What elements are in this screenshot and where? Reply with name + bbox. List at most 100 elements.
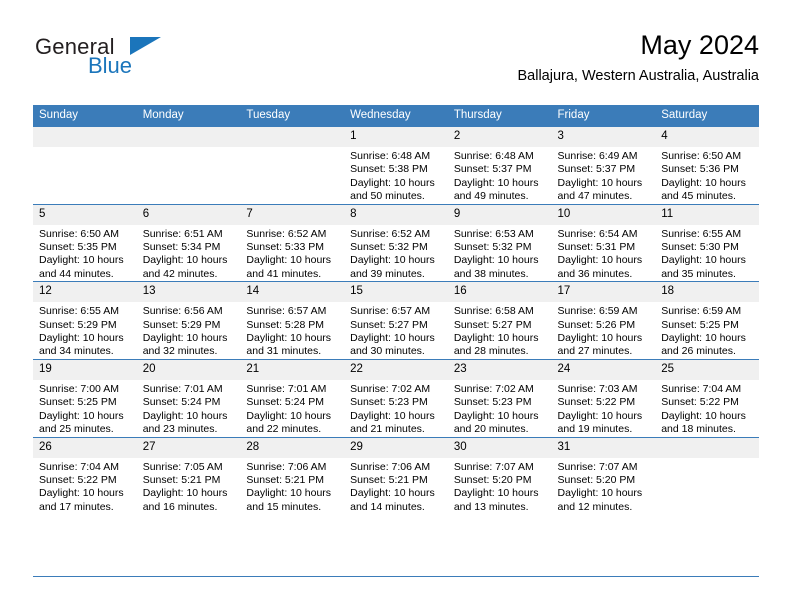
- day-info: Sunrise: 6:49 AM Sunset: 5:37 PM Daylight:…: [552, 147, 656, 204]
- calendar-day-cell[interactable]: 9 Sunrise: 6:53 AM Sunset: 5:32 PM Daylight…: [447, 203, 552, 282]
- day-info: Sunrise: 6:55 AM Sunset: 5:30 PM Daylight:…: [655, 225, 759, 282]
- sunset-text: Sunset: 5:33 PM: [246, 241, 325, 254]
- sunrise-text: Sunrise: 6:54 AM: [557, 227, 638, 240]
- day-info: Sunrise: 6:54 AM Sunset: 5:31 PM Daylight:…: [552, 225, 656, 282]
- day-info: Sunrise: 6:52 AM Sunset: 5:33 PM Daylight:…: [240, 225, 344, 282]
- day-info: Sunrise: 6:50 AM Sunset: 5:35 PM Daylight:…: [33, 225, 137, 282]
- daylight-text-line1: Daylight: 10 hours: [39, 487, 124, 500]
- day-number: 10: [551, 204, 656, 225]
- calendar-body: 1 Sunrise: 6:48 AM Sunset: 5:38 PM Daylight…: [33, 127, 759, 515]
- calendar-day-cell[interactable]: 26 Sunrise: 7:04 AM Sunset: 5:22 PM Dayligh…: [33, 436, 137, 515]
- calendar-day-cell[interactable]: 22 Sunrise: 7:02 AM Sunset: 5:23 PM Dayligh…: [344, 358, 448, 437]
- calendar-day-cell[interactable]: 1 Sunrise: 6:48 AM Sunset: 5:38 PM Daylight…: [344, 127, 448, 205]
- general-blue-logo[interactable]: General Blue: [33, 34, 263, 90]
- daylight-text-line1: Daylight: 10 hours: [350, 409, 435, 422]
- calendar-day-cell[interactable]: 2 Sunrise: 6:48 AM Sunset: 5:37 PM Daylight…: [447, 127, 552, 205]
- calendar-day-cell[interactable]: 31 Sunrise: 7:07 AM Sunset: 5:20 PM Dayligh…: [551, 436, 656, 515]
- day-info: Sunrise: 6:59 AM Sunset: 5:26 PM Daylight:…: [552, 302, 656, 359]
- calendar-day-cell[interactable]: 16 Sunrise: 6:58 AM Sunset: 5:27 PM Dayligh…: [447, 281, 552, 360]
- sunset-text: Sunset: 5:34 PM: [142, 241, 221, 254]
- calendar-day-cell[interactable]: 5 Sunrise: 6:50 AM Sunset: 5:35 PM Daylight…: [33, 203, 137, 282]
- daylight-text-line1: Daylight: 10 hours: [661, 254, 746, 267]
- day-info: Sunrise: 6:55 AM Sunset: 5:29 PM Daylight:…: [33, 302, 137, 359]
- daylight-text-line2: and 25 minutes.: [39, 423, 114, 436]
- sunset-text: Sunset: 5:37 PM: [453, 163, 532, 176]
- calendar-day-cell[interactable]: 17 Sunrise: 6:59 AM Sunset: 5:26 PM Dayligh…: [551, 281, 656, 360]
- day-number: 19: [33, 359, 137, 380]
- daylight-text-line1: Daylight: 10 hours: [661, 409, 746, 422]
- sunrise-text: Sunrise: 6:53 AM: [453, 227, 534, 240]
- day-number: 17: [551, 282, 656, 303]
- page-subtitle: Ballajura, Western Australia, Australia: [517, 68, 759, 84]
- day-info: Sunrise: 6:57 AM Sunset: 5:28 PM Daylight:…: [240, 302, 344, 359]
- sunset-text: Sunset: 5:25 PM: [661, 318, 739, 331]
- day-number: 18: [655, 282, 759, 303]
- day-number: 12: [33, 282, 137, 303]
- daylight-text-line1: Daylight: 10 hours: [142, 487, 228, 500]
- calendar-day-cell[interactable]: 28 Sunrise: 7:06 AM Sunset: 5:21 PM Dayligh…: [240, 436, 345, 515]
- calendar-day-cell[interactable]: 13 Sunrise: 6:56 AM Sunset: 5:29 PM Dayligh…: [136, 281, 241, 360]
- calendar-day-cell[interactable]: 10 Sunrise: 6:54 AM Sunset: 5:31 PM Dayligh…: [551, 203, 656, 282]
- calendar-day-cell[interactable]: 12 Sunrise: 6:55 AM Sunset: 5:29 PM Dayligh…: [33, 281, 137, 360]
- day-info: Sunrise: 6:50 AM Sunset: 5:36 PM Daylight:…: [655, 147, 759, 204]
- sunrise-text: Sunrise: 6:50 AM: [661, 150, 742, 162]
- calendar-day-cell[interactable]: 27 Sunrise: 7:05 AM Sunset: 5:21 PM Dayligh…: [136, 436, 241, 515]
- sunrise-text: Sunrise: 7:02 AM: [453, 382, 534, 395]
- sunrise-text: Sunrise: 6:56 AM: [142, 305, 223, 318]
- day-number: 2: [447, 127, 552, 147]
- calendar-day-cell[interactable]: 24 Sunrise: 7:03 AM Sunset: 5:22 PM Dayligh…: [551, 358, 656, 437]
- day-info: Sunrise: 6:51 AM Sunset: 5:34 PM Daylight:…: [137, 225, 241, 282]
- calendar-day-cell[interactable]: 23 Sunrise: 7:02 AM Sunset: 5:23 PM Dayligh…: [447, 358, 552, 437]
- daylight-text-line1: Daylight: 10 hours: [557, 176, 643, 189]
- daylight-text-line2: and 47 minutes.: [557, 190, 633, 203]
- daylight-text-line2: and 41 minutes.: [246, 267, 322, 280]
- sunrise-text: Sunrise: 7:04 AM: [661, 382, 742, 395]
- calendar-day-cell[interactable]: 20 Sunrise: 7:01 AM Sunset: 5:24 PM Dayligh…: [136, 358, 241, 437]
- calendar-day-cell[interactable]: 3 Sunrise: 6:49 AM Sunset: 5:37 PM Daylight…: [551, 127, 656, 205]
- calendar-day-cell[interactable]: 29 Sunrise: 7:06 AM Sunset: 5:21 PM Dayligh…: [344, 436, 448, 515]
- sunrise-text: Sunrise: 6:59 AM: [661, 305, 742, 318]
- daylight-text-line2: and 44 minutes.: [39, 267, 114, 280]
- day-info: Sunrise: 6:48 AM Sunset: 5:38 PM Daylight:…: [344, 147, 448, 204]
- calendar-day-cell[interactable]: 4 Sunrise: 6:50 AM Sunset: 5:36 PM Daylight…: [655, 127, 759, 205]
- weekday-header-sunday: Sunday: [33, 105, 137, 127]
- calendar-day-cell[interactable]: 7 Sunrise: 6:52 AM Sunset: 5:33 PM Daylight…: [240, 203, 345, 282]
- daylight-text-line2: and 14 minutes.: [350, 500, 425, 513]
- page-title: May 2024: [640, 30, 759, 60]
- calendar-day-cell[interactable]: 18 Sunrise: 6:59 AM Sunset: 5:25 PM Dayligh…: [655, 281, 759, 360]
- daylight-text-line2: and 35 minutes.: [661, 267, 736, 280]
- calendar-day-cell[interactable]: 14 Sunrise: 6:57 AM Sunset: 5:28 PM Dayligh…: [240, 281, 345, 360]
- day-number: 14: [240, 282, 345, 303]
- calendar-day-cell[interactable]: 11 Sunrise: 6:55 AM Sunset: 5:30 PM Dayligh…: [655, 203, 759, 282]
- calendar-day-cell[interactable]: 30 Sunrise: 7:07 AM Sunset: 5:20 PM Dayligh…: [447, 436, 552, 515]
- day-number: [240, 127, 345, 147]
- day-number: 15: [344, 282, 448, 303]
- calendar-week-row: 26 Sunrise: 7:04 AM Sunset: 5:22 PM Dayligh…: [33, 436, 759, 515]
- sunset-text: Sunset: 5:35 PM: [39, 241, 117, 254]
- calendar-day-cell[interactable]: 21 Sunrise: 7:01 AM Sunset: 5:24 PM Dayligh…: [240, 358, 345, 437]
- day-number: 8: [344, 204, 448, 225]
- calendar-day-cell-empty: [240, 127, 345, 205]
- sunset-text: Sunset: 5:23 PM: [350, 396, 428, 409]
- sunrise-text: Sunrise: 6:52 AM: [246, 227, 327, 240]
- day-info: Sunrise: 6:59 AM Sunset: 5:25 PM Daylight:…: [655, 302, 759, 359]
- calendar-day-cell[interactable]: 15 Sunrise: 6:57 AM Sunset: 5:27 PM Dayligh…: [344, 281, 448, 360]
- calendar-day-cell[interactable]: 25 Sunrise: 7:04 AM Sunset: 5:22 PM Dayligh…: [655, 358, 759, 437]
- weekday-header-row: Sunday Monday Tuesday Wednesday Thursday…: [33, 105, 759, 127]
- day-info: Sunrise: 7:00 AM Sunset: 5:25 PM Daylight:…: [33, 380, 137, 437]
- daylight-text-line1: Daylight: 10 hours: [350, 176, 435, 189]
- daylight-text-line2: and 23 minutes.: [142, 423, 218, 436]
- daylight-text-line1: Daylight: 10 hours: [350, 254, 435, 267]
- daylight-text-line1: Daylight: 10 hours: [142, 409, 228, 422]
- daylight-text-line2: and 45 minutes.: [661, 190, 736, 203]
- day-number: 25: [655, 359, 759, 380]
- sunrise-text: Sunrise: 7:06 AM: [246, 460, 327, 473]
- calendar-day-cell[interactable]: 19 Sunrise: 7:00 AM Sunset: 5:25 PM Dayligh…: [33, 358, 137, 437]
- sunset-text: Sunset: 5:37 PM: [557, 163, 636, 176]
- daylight-text-line1: Daylight: 10 hours: [350, 487, 435, 500]
- calendar-day-cell[interactable]: 6 Sunrise: 6:51 AM Sunset: 5:34 PM Daylight…: [136, 203, 241, 282]
- calendar-day-cell[interactable]: 8 Sunrise: 6:52 AM Sunset: 5:32 PM Daylight…: [344, 203, 448, 282]
- day-number: 5: [33, 204, 137, 225]
- calendar-week-row: 12 Sunrise: 6:55 AM Sunset: 5:29 PM Dayligh…: [33, 281, 759, 360]
- daylight-text-line2: and 26 minutes.: [661, 345, 736, 358]
